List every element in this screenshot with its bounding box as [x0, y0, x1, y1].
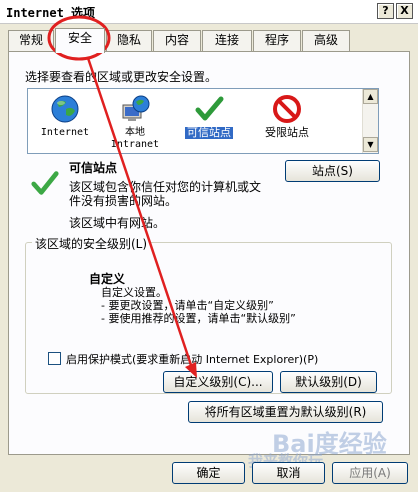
tab-connections[interactable]: 连接 — [202, 30, 252, 51]
protected-mode-checkbox[interactable] — [48, 352, 61, 365]
default-level-button[interactable]: 默认级别(D) — [280, 371, 377, 393]
zone-label-internet: Internet — [40, 127, 90, 138]
tab-strip: 常规 安全 隐私 内容 连接 程序 高级 — [8, 28, 410, 53]
title-bar: Internet 选项 ? X — [0, 0, 418, 24]
zone-intranet[interactable]: 本地 Intranet — [100, 93, 170, 151]
zone-internet[interactable]: Internet — [30, 93, 100, 139]
selected-zone-title: 可信站点 — [69, 161, 118, 175]
globe-icon — [51, 95, 79, 123]
apply-button[interactable]: 应用(A) — [332, 462, 408, 484]
reset-all-zones-button[interactable]: 将所有区域重置为默认级别(R) — [188, 401, 383, 423]
level-description: 自定义设置。 - 要更改设置，请单击“自定义级别” - 要使用推荐的设置，请单击… — [101, 286, 381, 325]
selected-zone-description: 该区域包含你信任对您的计算机或文件没有损害的网站。 — [69, 180, 262, 208]
security-level-label: 该区域的安全级别(L) — [32, 235, 151, 252]
level-title: 自定义 — [89, 272, 126, 286]
cancel-button[interactable]: 取消 — [252, 462, 325, 484]
restricted-icon — [273, 95, 301, 123]
zone-list[interactable]: Internet 本地 Intranet 可信站点 受限站点 ▲ ▼ — [27, 88, 379, 154]
tab-general[interactable]: 常规 — [8, 30, 54, 51]
tab-content[interactable]: 内容 — [153, 30, 201, 51]
checkmark-icon — [195, 96, 224, 121]
sites-button[interactable]: 站点(S) — [285, 160, 380, 182]
help-button[interactable]: ? — [377, 3, 394, 19]
zone-trusted-sites[interactable]: 可信站点 — [174, 93, 244, 139]
ok-button[interactable]: 确定 — [172, 462, 245, 484]
close-button[interactable]: X — [396, 3, 413, 19]
zone-label-trusted: 可信站点 — [185, 126, 233, 139]
tab-advanced[interactable]: 高级 — [302, 30, 350, 51]
level-line: 自定义设置。 — [101, 286, 167, 299]
zone-prompt: 选择要查看的区域或更改安全设置。 — [25, 70, 218, 84]
zone-label-restricted: 受限站点 — [265, 126, 309, 139]
scroll-down-icon[interactable]: ▼ — [363, 137, 378, 152]
tab-security[interactable]: 安全 — [55, 28, 105, 53]
zone-list-scrollbar[interactable]: ▲ ▼ — [362, 89, 378, 153]
trusted-checkmark-icon — [31, 171, 59, 195]
selected-zone-note: 该区域中有网站。 — [69, 216, 166, 230]
window-title: Internet 选项 — [6, 6, 96, 20]
custom-level-button[interactable]: 自定义级别(C)... — [163, 371, 273, 393]
zone-restricted-sites[interactable]: 受限站点 — [252, 93, 322, 139]
computer-globe-icon — [122, 95, 150, 121]
tab-programs[interactable]: 程序 — [253, 30, 301, 51]
scroll-up-icon[interactable]: ▲ — [363, 89, 378, 104]
zone-label-intranet: 本地 Intranet — [110, 127, 160, 150]
level-line: - 要使用推荐的设置，请单击“默认级别” — [101, 312, 296, 325]
tab-privacy[interactable]: 隐私 — [106, 30, 152, 51]
level-line: - 要更改设置，请单击“自定义级别” — [101, 299, 274, 312]
protected-mode-label: 启用保护模式(要求重新启动 Internet Explorer)(P) — [66, 353, 319, 366]
